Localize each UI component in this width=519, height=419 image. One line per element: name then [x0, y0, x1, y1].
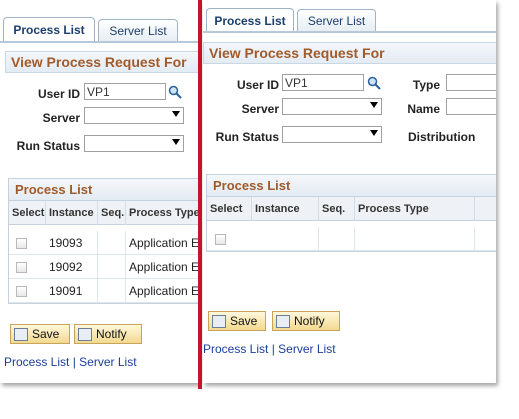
- process-type-cell: Application E: [126, 255, 198, 279]
- notify-icon: [78, 327, 92, 341]
- column-header: Seq.: [98, 201, 126, 225]
- tab-underline: [203, 31, 496, 33]
- instance-cell: 19093: [46, 231, 98, 255]
- user-id-label: User ID: [236, 78, 279, 92]
- tab-label: Server List: [109, 24, 167, 38]
- column-header: Process Type: [355, 197, 475, 221]
- server-label: Server: [42, 111, 80, 125]
- server-label: Server: [241, 102, 279, 116]
- process-list-link[interactable]: Process List: [4, 355, 69, 369]
- table-row: [207, 227, 496, 251]
- bottom-links: Process List | Server List: [4, 355, 137, 369]
- notify-icon: [276, 314, 290, 328]
- tab-bar: Process List Server List: [0, 0, 198, 44]
- tab-server-list[interactable]: Server List: [297, 9, 376, 32]
- tab-label: Process List: [13, 23, 85, 37]
- process-type-cell: [355, 227, 475, 251]
- notify-label: Notify: [294, 314, 325, 328]
- grid-header: Select Instance Seq. Process Type: [9, 201, 198, 225]
- run-status-label: Run Status: [16, 139, 80, 153]
- column-header: Instance: [46, 201, 98, 225]
- bottom-links: Process List | Server List: [203, 342, 336, 356]
- left-panel: Process List Server List View Process Re…: [0, 0, 198, 383]
- save-button[interactable]: Save: [208, 311, 266, 331]
- divider: [198, 0, 202, 389]
- run-status-label: Run Status: [215, 130, 279, 144]
- chevron-down-icon: [172, 139, 180, 145]
- server-select[interactable]: [84, 107, 184, 124]
- section-title: View Process Request For: [5, 51, 198, 73]
- save-label: Save: [32, 327, 60, 341]
- run-status-select[interactable]: [84, 135, 184, 152]
- select-checkbox[interactable]: [16, 286, 27, 297]
- save-label: Save: [230, 314, 258, 328]
- select-checkbox[interactable]: [16, 238, 27, 249]
- process-type-cell: Application E: [126, 231, 198, 255]
- grid-header: Select Instance Seq. Process Type: [207, 197, 496, 221]
- process-type-cell: Application E: [126, 279, 198, 303]
- column-header: Select: [207, 197, 252, 221]
- select-checkbox[interactable]: [16, 262, 27, 273]
- server-select[interactable]: [282, 98, 382, 115]
- notify-button[interactable]: Notify: [272, 311, 340, 331]
- seq-cell: [98, 255, 126, 279]
- seq-cell: [98, 279, 126, 303]
- user-id-input[interactable]: [84, 83, 166, 100]
- type-label: Type: [412, 78, 440, 92]
- user-id-input[interactable]: [282, 74, 364, 91]
- run-status-select[interactable]: [282, 126, 382, 143]
- tab-server-list[interactable]: Server List: [98, 19, 178, 42]
- name-label: Name: [407, 102, 440, 116]
- notify-label: Notify: [96, 327, 127, 341]
- seq-cell: [98, 231, 126, 255]
- table-row: 19093 Application E: [9, 231, 198, 255]
- process-list-grid: Process List Select Instance Seq. Proces…: [8, 178, 198, 304]
- column-header: Seq.: [319, 197, 355, 221]
- tab-bar: Process List Server List: [203, 0, 496, 44]
- instance-cell: [252, 227, 319, 251]
- grid-title: Process List: [207, 175, 496, 197]
- user-id-label: User ID: [37, 87, 80, 101]
- right-panel: Process List Server List View Process Re…: [203, 0, 496, 383]
- process-list-link[interactable]: Process List: [203, 342, 268, 356]
- chevron-down-icon: [172, 111, 180, 117]
- grid-title: Process List: [9, 179, 198, 201]
- tab-process-list[interactable]: Process List: [3, 17, 95, 42]
- column-header: Process Type: [126, 201, 198, 225]
- tab-process-list[interactable]: Process List: [206, 8, 294, 33]
- server-list-link[interactable]: Server List: [278, 342, 335, 356]
- lookup-icon[interactable]: [168, 85, 182, 99]
- tab-underline: [0, 41, 198, 43]
- link-separator: |: [271, 342, 275, 356]
- process-list-grid: Process List Select Instance Seq. Proces…: [206, 174, 496, 252]
- name-input[interactable]: [446, 98, 496, 115]
- table-row: 19092 Application E: [9, 255, 198, 279]
- seq-cell: [319, 227, 355, 251]
- notify-button[interactable]: Notify: [74, 324, 142, 344]
- distribution-label: Distribution: [408, 130, 476, 144]
- type-select[interactable]: [446, 74, 496, 91]
- server-list-link[interactable]: Server List: [79, 355, 136, 369]
- save-icon: [212, 314, 226, 328]
- instance-cell: 19092: [46, 255, 98, 279]
- chevron-down-icon: [370, 130, 378, 136]
- save-icon: [14, 327, 28, 341]
- tab-label: Process List: [214, 14, 286, 28]
- lookup-icon[interactable]: [367, 76, 381, 90]
- column-header: Select: [9, 201, 46, 225]
- section-title: View Process Request For: [203, 42, 496, 64]
- instance-cell: 19091: [46, 279, 98, 303]
- select-checkbox[interactable]: [215, 234, 226, 245]
- tab-label: Server List: [307, 14, 366, 28]
- table-row: 19091 Application E: [9, 279, 198, 303]
- column-header: Instance: [252, 197, 319, 221]
- save-button[interactable]: Save: [10, 324, 70, 344]
- chevron-down-icon: [370, 102, 378, 108]
- link-separator: |: [72, 355, 76, 369]
